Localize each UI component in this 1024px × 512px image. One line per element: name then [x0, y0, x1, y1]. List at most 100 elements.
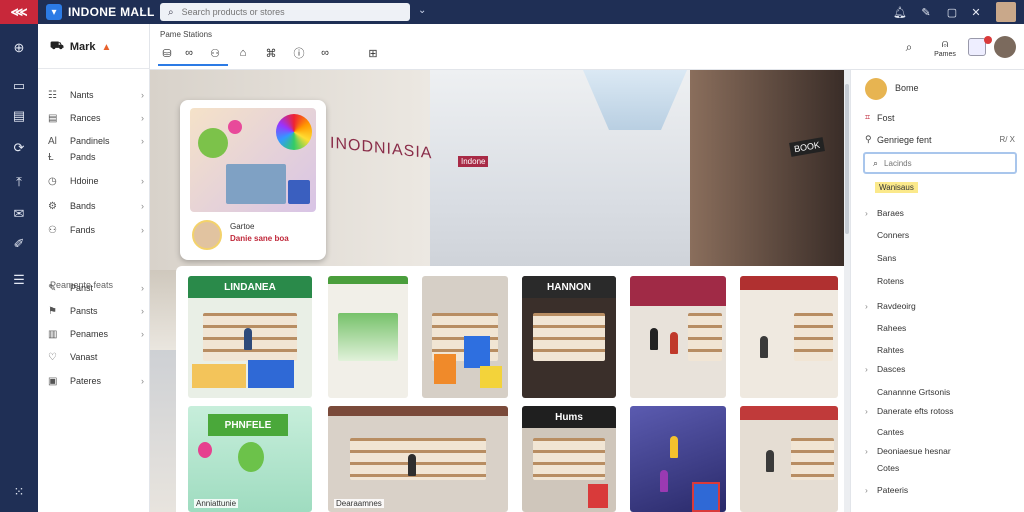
panel-link[interactable]: › Baraes: [865, 208, 904, 218]
brush-icon[interactable]: ✐: [9, 234, 29, 254]
sidebar-item-pateres[interactable]: ▣ Pateres ›: [48, 373, 144, 389]
sidebar-item-nants[interactable]: ☷ Nants ›: [48, 87, 144, 103]
global-search-input[interactable]: [181, 7, 382, 17]
store-tile[interactable]: [422, 276, 508, 398]
panel-link[interactable]: Sans: [865, 253, 896, 263]
gear-icon: ⚙: [48, 200, 57, 212]
globe-icon[interactable]: ⊕: [9, 38, 29, 58]
content-header: Pame Stations ⛁ ∞ ⚇ ⌂ ⌘ ⓘ ∞ ⊞ ⌕ ⍝ Pames: [150, 24, 1024, 70]
sidebar-item-pandinels[interactable]: Al Pandinels ›: [48, 133, 144, 149]
notifications-button[interactable]: ⍝ Pames: [930, 38, 960, 66]
sidebar-title: Mark: [69, 41, 96, 53]
panel-link[interactable]: › Deoniaesue hesnar: [865, 446, 951, 456]
store-grid: LINDANEA HANNON PHNFELE Anniattunie Dear…: [176, 266, 844, 512]
panel-link[interactable]: › Dasces: [865, 364, 905, 374]
tile-sign: [630, 276, 726, 306]
link-icon: ⚲: [865, 134, 872, 144]
mail-icon[interactable]: ✉: [9, 204, 29, 224]
panel-link-label: Pateeris: [877, 485, 909, 495]
store-tile[interactable]: [630, 406, 726, 512]
app-menu-caret-icon[interactable]: ›: [140, 5, 143, 16]
panel-link[interactable]: › Danerate efts rotoss: [865, 406, 954, 416]
shopper: [660, 470, 668, 492]
tag-icon[interactable]: ⌘: [262, 44, 280, 62]
avatar[interactable]: [865, 78, 887, 100]
chevron-icon: ›: [865, 485, 868, 495]
document-icon[interactable]: ▤: [9, 106, 29, 126]
panel-link[interactable]: Canannne Grtsonis: [865, 387, 950, 397]
search-dropdown-caret-icon[interactable]: ⌄: [418, 5, 426, 16]
highlight-chip[interactable]: Wanisaus: [875, 182, 918, 193]
square-icon[interactable]: ▭: [9, 76, 29, 96]
chart-icon: ▥: [48, 328, 58, 340]
global-search[interactable]: ⌕: [160, 3, 410, 21]
store-tile[interactable]: [740, 406, 838, 512]
store-tile[interactable]: [740, 276, 838, 398]
panel-link-label: Cantes: [877, 427, 904, 437]
brand-mark-icon[interactable]: ⋘: [0, 0, 38, 24]
chevron-right-icon: ›: [141, 329, 144, 339]
store-tile[interactable]: LINDANEA: [188, 276, 312, 398]
panel-link[interactable]: Rotens: [865, 276, 904, 286]
panel-link[interactable]: Conners: [865, 230, 909, 240]
edit-icon: ✎: [48, 282, 57, 294]
chevron-right-icon: ›: [141, 306, 144, 316]
store-icon[interactable]: ⛁: [158, 44, 176, 62]
panel-link[interactable]: › Pateeris: [865, 485, 908, 495]
sidebar-item-fands[interactable]: ⚇ Fands ›: [48, 222, 144, 238]
glasses-icon[interactable]: ∞: [316, 44, 334, 62]
tile-sign: [328, 406, 508, 416]
panel-link-label: Conners: [877, 230, 910, 240]
panel-row-shortcut: R/ X: [999, 135, 1015, 144]
panel-link[interactable]: Cantes: [865, 427, 904, 437]
window-icon[interactable]: ▢: [944, 4, 960, 20]
sidebar-item-hdoine[interactable]: ◷ Hdoine ›: [48, 173, 144, 189]
panel-link-label: Rahtes: [877, 345, 904, 355]
close-icon[interactable]: ✕: [968, 4, 984, 20]
sidebar-item-label: Penames: [70, 329, 109, 339]
people-icon[interactable]: ⚇: [206, 44, 224, 62]
home-icon[interactable]: ⌂: [234, 44, 252, 62]
app-logo-icon[interactable]: ▾: [46, 4, 62, 20]
avatar[interactable]: [996, 2, 1016, 22]
sidebar-item-pands[interactable]: Ɫ Pands: [48, 149, 144, 165]
sidebar-item-vanast[interactable]: ♡ Vanast: [48, 349, 144, 365]
store-tile[interactable]: Hums: [522, 406, 616, 512]
bell-icon[interactable]: 🔔︎: [892, 4, 908, 20]
sidebar-item-label: Pansts: [70, 306, 98, 316]
panel-link[interactable]: Rahtes: [865, 345, 904, 355]
store-tile[interactable]: [630, 276, 726, 398]
sidebar-item-penames[interactable]: ▥ Penames ›: [48, 326, 144, 342]
tile-shelf: [337, 312, 399, 362]
sidebar-item-rances[interactable]: ▤ Rances ›: [48, 110, 144, 126]
list-icon[interactable]: ☰: [9, 270, 29, 290]
avatar[interactable]: [994, 36, 1016, 58]
qr-icon[interactable]: ⊞: [364, 44, 382, 62]
panel-row-fost[interactable]: ⌗ Fost: [865, 112, 1015, 123]
scrollbar-thumb[interactable]: [845, 84, 849, 234]
sidebar-item-bands[interactable]: ⚙ Bands ›: [48, 198, 144, 214]
refresh-icon[interactable]: ⟳: [9, 138, 29, 158]
sidebar-item-label: Fands: [70, 225, 96, 235]
info-icon[interactable]: ⓘ: [290, 44, 308, 62]
promo-card[interactable]: Gartoe Danie sane boa: [180, 100, 326, 260]
panel-link[interactable]: Rahees: [865, 323, 906, 333]
panel-link[interactable]: › Ravdeoirg: [865, 301, 916, 311]
sidebar-item-panst[interactable]: ✎ Panst ›: [48, 280, 144, 296]
sidebar-item-pansts[interactable]: ⚑ Pansts ›: [48, 303, 144, 319]
chevron-icon: [865, 463, 871, 473]
search-icon[interactable]: ⌕: [900, 38, 918, 56]
pen-icon[interactable]: ✎: [918, 4, 934, 20]
panel-row-settings[interactable]: ⚲ Genriege fent R/ X: [865, 134, 1015, 145]
link-icon[interactable]: ∞: [180, 44, 198, 62]
store-tile[interactable]: HANNON: [522, 276, 616, 398]
store-tile[interactable]: [328, 276, 408, 398]
panel-search[interactable]: ⌕: [863, 152, 1017, 174]
panel-search-input[interactable]: [884, 158, 1005, 168]
store-tile[interactable]: Dearaamnes: [328, 406, 508, 512]
panel-link[interactable]: Cotes: [865, 463, 899, 473]
upload-icon[interactable]: ⤒: [9, 172, 29, 192]
store-tile[interactable]: PHNFELE Anniattunie: [188, 406, 312, 512]
right-panel: Bome ⌗ Fost ⚲ Genriege fent R/ X ⌕ Wanis…: [850, 70, 1024, 512]
grid-dots-icon[interactable]: ⁙: [9, 482, 29, 502]
